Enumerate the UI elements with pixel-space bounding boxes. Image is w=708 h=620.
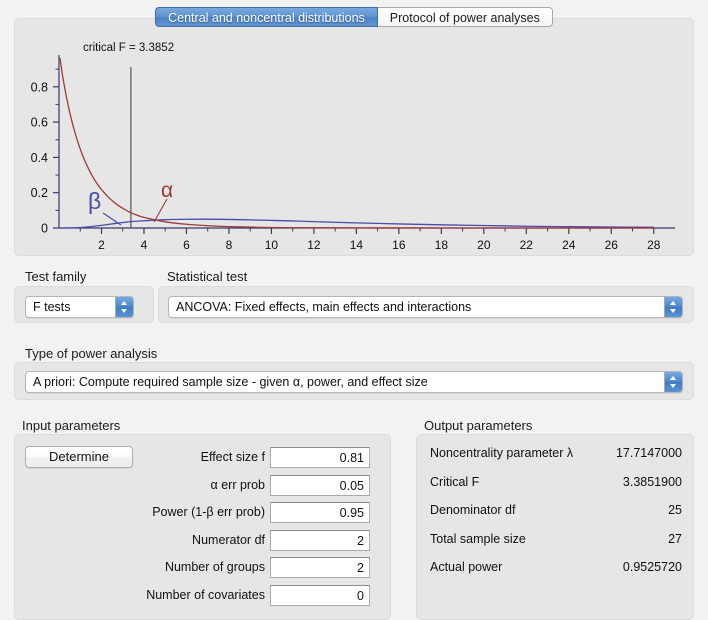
output-row-label: Actual power — [430, 560, 503, 574]
tab-bar: Central and noncentral distributions Pro… — [0, 7, 708, 27]
input-field[interactable]: 0.95 — [270, 502, 370, 523]
input-row-label: Number of covariates — [146, 587, 265, 602]
input-field[interactable]: 0.81 — [270, 447, 370, 468]
input-parameters-label: Input parameters — [22, 418, 121, 433]
svg-text:18: 18 — [435, 238, 449, 252]
tab-central-and-noncentral-distributions[interactable]: Central and noncentral distributions — [155, 7, 378, 27]
determine-button[interactable]: Determine — [25, 446, 133, 468]
svg-text:10: 10 — [265, 238, 279, 252]
noncentral-distribution-curve — [58, 218, 654, 229]
svg-text:6: 6 — [183, 238, 190, 252]
statistical-test-dropdown[interactable]: ANCOVA: Fixed effects, main effects and … — [168, 296, 683, 318]
output-row-value: 27 — [668, 531, 682, 546]
input-row-label: Numerator df — [192, 532, 265, 547]
output-row-label: Noncentrality parameter λ — [430, 446, 574, 460]
input-field[interactable]: 0 — [270, 584, 370, 606]
svg-text:0: 0 — [41, 222, 48, 236]
statistical-test-label: Statistical test — [167, 269, 248, 284]
output-parameters-label: Output parameters — [424, 418, 533, 433]
x-axis-tick-labels: 2 4 6 8 10 12 14 16 18 20 22 24 26 28 — [98, 238, 661, 252]
input-row-label: Effect size f — [200, 450, 265, 464]
beta-label: β — [88, 188, 101, 214]
output-row-value: 0.9525720 — [622, 560, 682, 574]
chevron-updown-icon[interactable] — [664, 297, 682, 317]
alpha-leader-line — [153, 198, 168, 223]
chevron-updown-icon[interactable] — [115, 297, 133, 317]
power-analysis-value: A priori: Compute required sample size -… — [33, 375, 428, 389]
input-field[interactable]: 2 — [270, 557, 370, 578]
power-analysis-dropdown[interactable]: A priori: Compute required sample size -… — [25, 371, 683, 393]
distribution-plot: 2 4 6 8 10 12 14 16 18 20 22 24 26 28 00.20.40.60.8 c… — [31, 42, 675, 252]
y-axis-ticks — [53, 68, 59, 229]
svg-text:0.8: 0.8 — [31, 80, 48, 94]
svg-text:0.4: 0.4 — [31, 151, 48, 165]
central-distribution-curve — [59, 58, 654, 229]
svg-text:8: 8 — [226, 238, 233, 252]
svg-text:14: 14 — [350, 238, 364, 252]
input-row-label: Number of groups — [164, 560, 265, 574]
statistical-test-value: ANCOVA: Fixed effects, main effects and … — [176, 300, 472, 314]
input-row-label: Power (1-β err prob) — [152, 505, 265, 519]
output-row-label: Denominator df — [430, 503, 516, 517]
x-axis-ticks — [79, 228, 655, 234]
svg-text:28: 28 — [647, 238, 661, 252]
output-row-value: 17.7147000 — [615, 446, 682, 460]
chevron-updown-icon[interactable] — [664, 372, 682, 392]
svg-text:2: 2 — [98, 238, 105, 252]
svg-text:20: 20 — [477, 238, 491, 252]
plot-axes — [58, 55, 675, 229]
output-row-label: Critical F — [430, 474, 480, 489]
y-axis-tick-labels: 0 0.2 0.4 0.6 0.8 — [31, 80, 48, 235]
svg-text:0.6: 0.6 — [31, 116, 48, 130]
distribution-plot-panel[interactable]: 2 4 6 8 10 12 14 16 18 20 22 24 26 28 0 0.2 0.4 0.6 0.8 c… — [14, 18, 694, 256]
test-family-value: F tests — [33, 300, 71, 314]
output-parameters-panel — [416, 434, 694, 620]
svg-text:12: 12 — [307, 238, 321, 252]
output-row-value: 3.3851900 — [622, 474, 682, 489]
svg-text:22: 22 — [520, 238, 534, 252]
power-analysis-type-label: Type of power analysis — [25, 346, 158, 361]
input-field[interactable]: 2 — [270, 529, 370, 551]
svg-text:26: 26 — [605, 238, 619, 252]
test-family-label: Test family — [25, 269, 87, 284]
svg-text:24: 24 — [562, 238, 576, 252]
input-field[interactable]: 0.05 — [270, 474, 370, 496]
alpha-label: α — [161, 179, 173, 202]
beta-leader-line — [102, 212, 122, 226]
input-row-label: α err prob — [210, 477, 265, 492]
svg-text:16: 16 — [392, 238, 406, 252]
output-row-label: Total sample size — [430, 531, 526, 546]
tab-protocol-of-power-analyses[interactable]: Protocol of power analyses — [377, 7, 553, 27]
critical-f-annotation: critical F = 3.3852 — [83, 42, 174, 54]
svg-text:0.2: 0.2 — [31, 186, 48, 200]
svg-text:4: 4 — [141, 238, 148, 252]
test-family-dropdown[interactable]: F tests — [25, 296, 134, 318]
output-row-value: 25 — [668, 503, 682, 517]
